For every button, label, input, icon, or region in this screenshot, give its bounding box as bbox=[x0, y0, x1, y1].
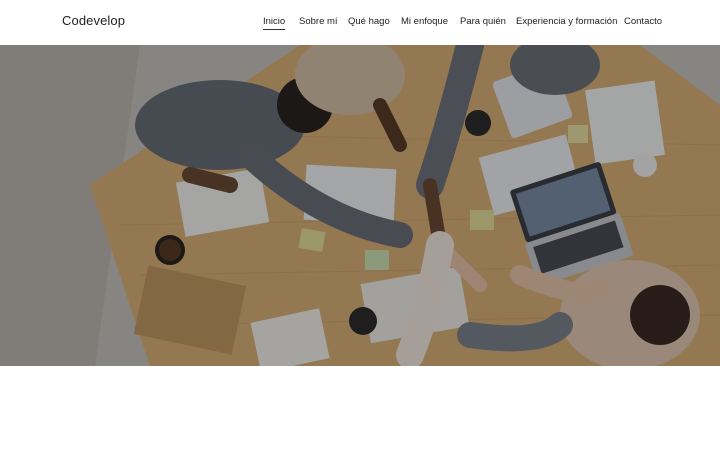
team-meeting-photo bbox=[0, 45, 720, 366]
nav-que-hago[interactable]: Qué hago bbox=[348, 16, 390, 28]
content-area bbox=[0, 366, 720, 450]
site-header: Codevelop Inicio Sobre mí Qué hago Mi en… bbox=[0, 0, 720, 45]
nav-contacto[interactable]: Contacto bbox=[624, 16, 662, 28]
hero-image bbox=[0, 45, 720, 366]
main-nav: Inicio Sobre mí Qué hago Mi enfoque Para… bbox=[0, 16, 720, 32]
nav-experiencia-formacion[interactable]: Experiencia y formación bbox=[516, 16, 617, 28]
nav-inicio[interactable]: Inicio bbox=[263, 16, 286, 30]
nav-mi-enfoque[interactable]: Mi enfoque bbox=[401, 16, 448, 28]
nav-para-quien[interactable]: Para quién bbox=[460, 16, 506, 28]
nav-sobre-mi[interactable]: Sobre mí bbox=[299, 16, 338, 28]
